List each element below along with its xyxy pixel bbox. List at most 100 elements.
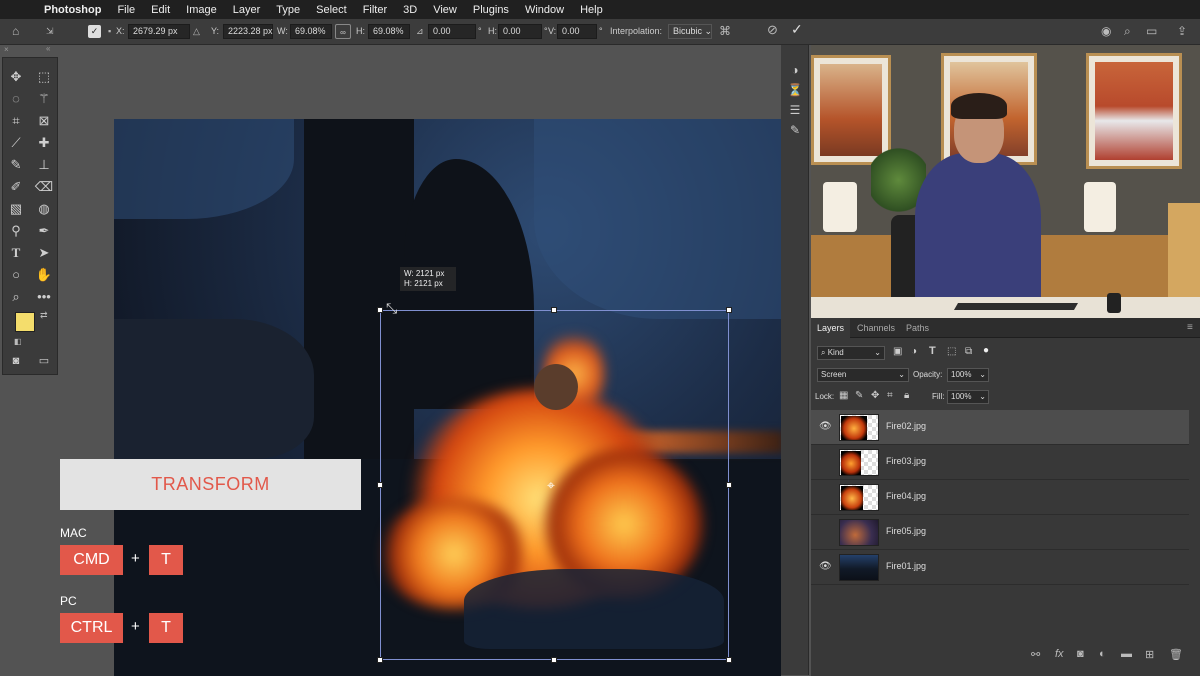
layer-style-fx-icon[interactable]: fx — [1055, 648, 1064, 660]
share-icon[interactable]: ◉ — [1101, 24, 1111, 39]
menu-3d[interactable]: 3D — [395, 4, 425, 16]
reference-point-checkbox[interactable]: ✓ — [88, 25, 101, 38]
adjustment-layer-icon[interactable]: ◐ — [1099, 648, 1106, 660]
frame-tool-icon[interactable]: ⊠ — [34, 112, 54, 130]
brush-settings-icon[interactable]: ✎ — [785, 123, 805, 141]
healing-brush-icon[interactable]: ✚ — [34, 134, 54, 152]
menu-view[interactable]: View — [425, 4, 465, 16]
move-tool-icon[interactable]: ✥ — [6, 68, 26, 86]
menu-plugins[interactable]: Plugins — [465, 4, 517, 16]
hand-tool-icon[interactable]: ✋ — [34, 266, 54, 284]
opacity-field[interactable]: 100% ⌄ — [947, 368, 989, 382]
share-upload-icon[interactable]: ⇪ — [1177, 24, 1187, 39]
home-icon[interactable]: ⌂ — [12, 24, 19, 39]
hskew-field[interactable]: 0.00 — [498, 24, 542, 39]
move-tool-preset-icon[interactable]: ⇲ — [46, 24, 54, 39]
magic-wand-icon[interactable]: ⚚ — [34, 90, 54, 108]
transform-handle-bottom-left[interactable] — [377, 657, 383, 663]
delete-layer-icon[interactable]: 🗑︎ — [1169, 648, 1183, 661]
brush-tool-icon[interactable]: ✎ — [6, 156, 26, 174]
layer-row[interactable]: Fire05.jpg — [811, 515, 1189, 550]
toolbox-expand-icon[interactable]: « — [46, 44, 50, 53]
vskew-field[interactable]: 0.00 — [557, 24, 597, 39]
toolbox-collapse-icon[interactable]: × — [4, 45, 9, 54]
filter-kind-select[interactable]: ⌕ Kind ⌄ — [817, 346, 885, 360]
dodge-tool-icon[interactable]: ⚲ — [6, 222, 26, 240]
default-colors-icon[interactable]: ◧ — [14, 337, 22, 346]
filter-type-icon[interactable]: T — [929, 345, 936, 357]
commit-transform-icon[interactable]: ✓ — [791, 22, 803, 37]
transform-handle-left[interactable] — [377, 482, 383, 488]
width-field[interactable]: 69.08% — [290, 24, 332, 39]
x-field[interactable]: 2679.29 px — [128, 24, 190, 39]
menu-photoshop[interactable]: Photoshop — [36, 4, 109, 16]
zoom-tool-icon[interactable]: ⌕ — [6, 288, 26, 306]
transform-handle-top-left[interactable] — [377, 307, 383, 313]
transform-handle-top[interactable] — [551, 307, 557, 313]
lock-artboard-icon[interactable]: ⌗ — [887, 390, 893, 401]
menu-help[interactable]: Help — [572, 4, 611, 16]
lasso-tool-icon[interactable]: ◌ — [6, 90, 26, 108]
lock-all-icon[interactable]: 🔒︎ — [904, 390, 909, 401]
workspace-icon[interactable]: ▭ — [1146, 24, 1157, 39]
new-group-icon[interactable]: ▬ — [1121, 648, 1132, 660]
link-layers-icon[interactable]: ⚯ — [1031, 648, 1040, 661]
filter-pixel-icon[interactable]: ▣ — [893, 346, 902, 357]
screen-mode-icon[interactable]: ▭ — [34, 352, 54, 370]
gradient-tool-icon[interactable]: ▧ — [6, 200, 26, 218]
ellipse-tool-icon[interactable]: ○ — [6, 266, 26, 284]
add-mask-icon[interactable]: ◙ — [1077, 648, 1084, 660]
menu-filter[interactable]: Filter — [355, 4, 395, 16]
type-tool-icon[interactable]: T — [6, 244, 26, 262]
warp-mode-icon[interactable]: ⌘ — [719, 24, 731, 39]
transform-handle-bottom[interactable] — [551, 657, 557, 663]
crop-tool-icon[interactable]: ⌗ — [6, 112, 26, 130]
eraser-icon[interactable]: ⌫ — [34, 178, 54, 196]
tab-paths[interactable]: Paths — [900, 318, 935, 338]
blend-mode-select[interactable]: Screen ⌄ — [817, 368, 909, 382]
layer-row[interactable]: 👁︎ Fire02.jpg — [811, 410, 1189, 445]
menu-image[interactable]: Image — [178, 4, 225, 16]
filter-toggle-icon[interactable]: ● — [983, 345, 989, 356]
more-tools-icon[interactable]: ••• — [34, 288, 54, 306]
pen-tool-icon[interactable]: ✒ — [34, 222, 54, 240]
link-icon[interactable]: ∞ — [335, 24, 351, 39]
clone-stamp-icon[interactable]: ⊥ — [34, 156, 54, 174]
angle-field[interactable]: 0.00 — [428, 24, 476, 39]
cancel-transform-icon[interactable]: ⊘ — [767, 22, 778, 37]
interpolation-select[interactable]: Bicubic ⌄ — [668, 24, 712, 39]
visibility-eye-icon[interactable]: 👁︎ — [819, 561, 832, 572]
tab-layers[interactable]: Layers — [811, 318, 851, 338]
foreground-color-swatch[interactable] — [15, 312, 35, 332]
adjustments-icon[interactable]: ◑ — [785, 63, 805, 81]
swap-colors-icon[interactable]: ⇄ — [40, 310, 48, 321]
reference-point-icon[interactable]: ▪ — [108, 24, 111, 39]
menu-type[interactable]: Type — [268, 4, 308, 16]
lock-image-icon[interactable]: ✎ — [855, 390, 863, 401]
menu-select[interactable]: Select — [308, 4, 355, 16]
lock-transparent-icon[interactable]: ▦ — [839, 390, 848, 401]
artboard-tool-icon[interactable]: ⬚ — [34, 68, 54, 86]
layer-row[interactable]: Fire04.jpg — [811, 480, 1189, 515]
quick-mask-icon[interactable]: ◙ — [6, 352, 26, 370]
menu-layer[interactable]: Layer — [225, 4, 269, 16]
transform-handle-right[interactable] — [726, 482, 732, 488]
blur-tool-icon[interactable]: ◍ — [34, 200, 54, 218]
filter-smart-object-icon[interactable]: ⧉ — [965, 346, 972, 357]
tab-channels[interactable]: Channels — [851, 318, 901, 338]
visibility-eye-icon[interactable]: 👁︎ — [819, 421, 832, 432]
search-icon[interactable]: ⌕ — [1124, 24, 1131, 39]
menu-edit[interactable]: Edit — [143, 4, 178, 16]
transform-handle-top-right[interactable] — [726, 307, 732, 313]
menu-window[interactable]: Window — [517, 4, 572, 16]
filter-adjustment-icon[interactable]: ◑ — [911, 346, 917, 357]
relative-position-icon[interactable]: △ — [193, 24, 200, 39]
properties-icon[interactable]: ☰ — [785, 103, 805, 121]
panel-menu-icon[interactable]: ≡ — [1187, 322, 1193, 333]
history-icon[interactable]: ⏳ — [785, 83, 805, 101]
menu-file[interactable]: File — [109, 4, 143, 16]
eyedropper-icon[interactable]: ⟋ — [6, 134, 26, 152]
history-brush-icon[interactable]: ✐ — [6, 178, 26, 196]
layer-row[interactable]: Fire03.jpg — [811, 445, 1189, 480]
fill-field[interactable]: 100% ⌄ — [947, 390, 989, 404]
